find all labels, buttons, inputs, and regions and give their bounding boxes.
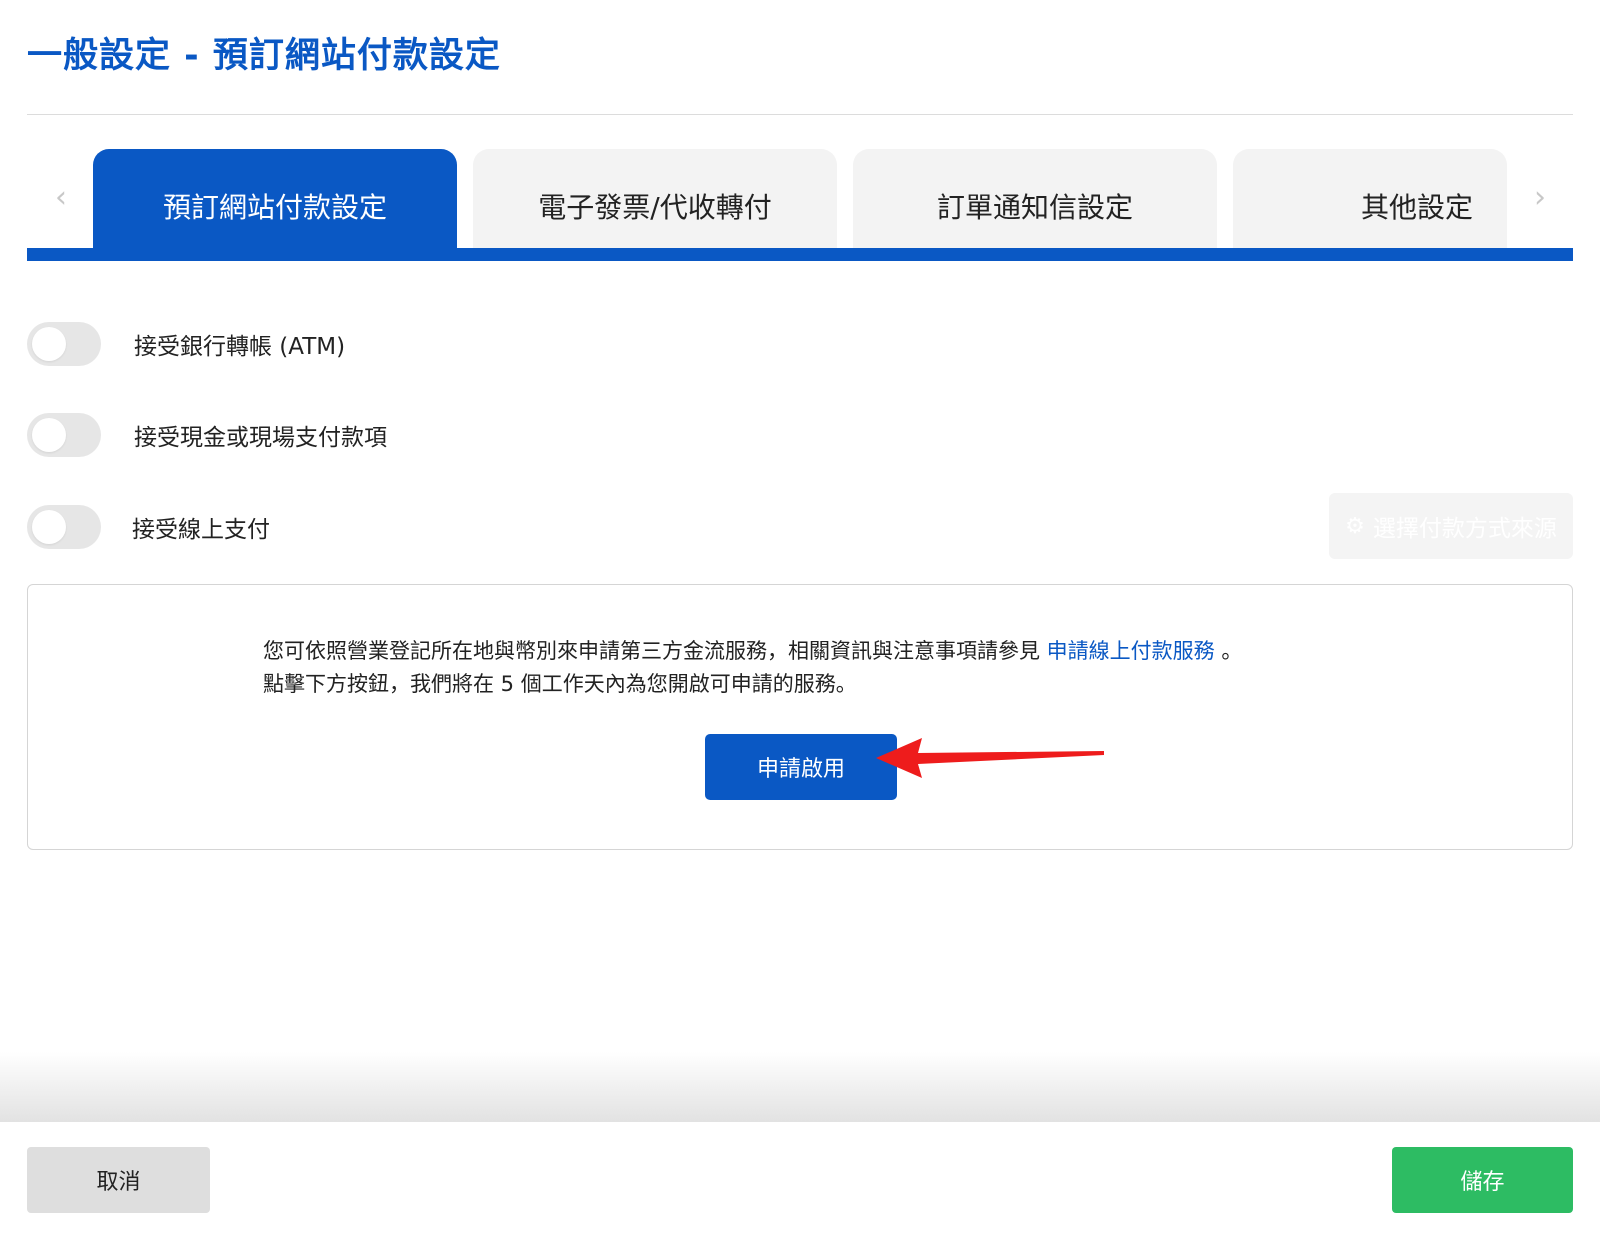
select-payment-source-label: 選擇付款方式來源: [1372, 516, 1557, 542]
tab-other-settings[interactable]: 其他設定: [1233, 149, 1507, 249]
gear-icon: ⚙: [1345, 513, 1365, 539]
online-payment-toggle[interactable]: [27, 505, 101, 549]
toggle-knob: [32, 327, 66, 361]
info-line-1-prefix: 您可依照營業登記所在地與幣別來申請第三方金流服務，相關資訊與注意事項請參見: [263, 639, 1047, 663]
online-payment-toggle-label: 接受線上支付: [132, 517, 270, 543]
tab-order-notification[interactable]: 訂單通知信設定: [853, 149, 1217, 249]
toggle-row-cash: 接受現金或現場支付款項: [27, 412, 387, 458]
select-payment-source-button[interactable]: ⚙ 選擇付款方式來源: [1329, 493, 1573, 559]
apply-online-payment-link[interactable]: 申請線上付款服務: [1047, 639, 1215, 663]
tab-booking-payment-settings[interactable]: 預訂網站付款設定: [93, 149, 457, 249]
info-text: 您可依照營業登記所在地與幣別來申請第三方金流服務，相關資訊與注意事項請參見 申請…: [263, 635, 1242, 701]
chevron-left-icon[interactable]: ‹: [48, 180, 74, 215]
toggle-row-online: 接受線上支付: [27, 504, 270, 550]
toggle-knob: [32, 510, 66, 544]
footer-shadow: [0, 1052, 1600, 1122]
atm-toggle-label: 接受銀行轉帳 (ATM): [134, 334, 346, 360]
tab-e-invoice[interactable]: 電子發票/代收轉付: [473, 149, 837, 249]
apply-enable-button[interactable]: 申請啟用: [705, 734, 897, 800]
cash-toggle[interactable]: [27, 413, 101, 457]
cash-toggle-label: 接受現金或現場支付款項: [134, 425, 387, 451]
page-title: 一般設定 - 預訂網站付款設定: [27, 36, 501, 76]
cancel-button[interactable]: 取消: [27, 1147, 210, 1213]
atm-toggle[interactable]: [27, 322, 101, 366]
annotation-arrow-shape: [876, 738, 1104, 778]
info-line-1-suffix: 。: [1214, 639, 1243, 663]
title-divider: [27, 114, 1573, 115]
footer-bar: 取消 儲存: [0, 1122, 1600, 1237]
tab-bar-underline: [27, 248, 1573, 261]
save-button[interactable]: 儲存: [1392, 1147, 1573, 1213]
info-line-2: 點擊下方按鈕，我們將在 5 個工作天內為您開啟可申請的服務。: [263, 672, 857, 696]
annotation-arrow-icon: [876, 738, 1104, 778]
chevron-right-icon[interactable]: ›: [1527, 180, 1553, 215]
toggle-knob: [32, 418, 66, 452]
online-payment-info-box: 您可依照營業登記所在地與幣別來申請第三方金流服務，相關資訊與注意事項請參見 申請…: [27, 584, 1573, 850]
info-line-1: 您可依照營業登記所在地與幣別來申請第三方金流服務，相關資訊與注意事項請參見 申請…: [263, 635, 1242, 668]
toggle-row-atm: 接受銀行轉帳 (ATM): [27, 321, 345, 367]
payment-settings-page: 一般設定 - 預訂網站付款設定 ‹ 預訂網站付款設定 電子發票/代收轉付 訂單通…: [0, 0, 1600, 1237]
